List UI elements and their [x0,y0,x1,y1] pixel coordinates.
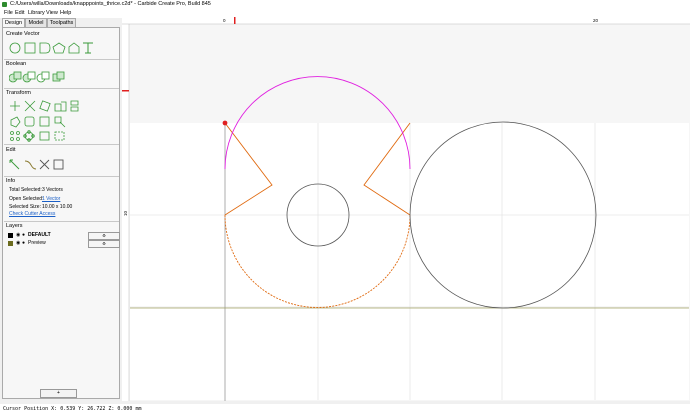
check-cutter-access-link[interactable]: Check Cutter Access [9,211,55,217]
mirror-icon[interactable] [54,101,67,112]
window-title: C:/Users/willa/Downloads/knapppoints_thr… [10,1,211,7]
ruler-label-20: 20 [593,18,599,23]
group-icon[interactable] [39,131,50,141]
origin-marker-icon [222,120,228,126]
cursor-position: Cursor Position X: 0.539 Y: 26.722 Z: 0.… [3,406,142,412]
layer-color-swatch[interactable] [8,241,13,246]
move-icon[interactable] [10,101,20,111]
section-create-vector: Create Vector [6,31,40,37]
rounded-rect-tool-icon[interactable] [39,42,51,54]
array-icon[interactable] [10,131,20,141]
layer-row-preview[interactable]: ◉ ● Preview ⚙ [8,240,120,248]
design-panel: Create Vector Boolean Transform Edit Inf… [2,27,120,399]
join-icon[interactable] [39,116,50,127]
cursor-marker-x [234,17,236,24]
status-bar: Cursor Position X: 0.539 Y: 26.722 Z: 0.… [0,404,690,414]
title-bar: C:/Users/willa/Downloads/knapppoints_thr… [0,0,690,9]
subtract-icon[interactable] [22,71,36,83]
rotate-icon[interactable] [39,100,51,112]
lock-icon[interactable]: ● [22,240,25,247]
total-selected-row: Total Selected: 3 Vectors [9,187,63,193]
section-layers: Layers [6,223,23,229]
divider [4,176,119,177]
total-selected-value: 3 Vectors [42,187,63,193]
layer-name: DEFAULT [28,232,51,238]
section-info: Info [6,178,16,184]
select-icon[interactable] [9,159,20,170]
circular-array-icon[interactable] [23,130,35,142]
app-icon [2,2,7,7]
eye-icon[interactable]: ◉ [16,232,20,239]
edit-tools [9,159,64,170]
layer-row-default[interactable]: ◉ ● DEFAULT ⚙ [8,232,120,240]
weld-icon[interactable] [52,71,65,82]
section-edit: Edit [6,147,16,153]
open-selected-label: Open Selected: [9,196,44,202]
node-edit-icon[interactable] [54,116,66,128]
layer-settings-button[interactable]: ⚙ [88,240,120,248]
divider [4,221,119,222]
cut-icon[interactable] [39,159,50,170]
divider [4,144,119,145]
offset-icon[interactable] [10,116,21,128]
layer-color-swatch[interactable] [8,233,13,238]
curve-edit-icon[interactable] [24,160,37,170]
align-icon[interactable] [70,100,79,112]
section-transform: Transform [6,90,31,96]
menu-edit[interactable]: Edit [15,9,24,18]
ungroup-icon[interactable] [54,131,65,141]
divider [4,88,119,89]
polyline-tool-icon[interactable] [68,42,80,54]
tab-design[interactable]: Design [2,18,25,27]
fillet-icon[interactable] [24,116,35,127]
top-ruler [122,17,690,24]
selected-size-label: Selected Size: [9,204,41,210]
layer-name: Preview [28,240,46,246]
transform-tools [10,100,79,142]
circle-tool-icon[interactable] [9,42,21,54]
rectangle-tool-icon[interactable] [24,42,36,54]
tab-model[interactable]: Model [25,18,47,27]
design-canvas[interactable]: 0 20 10 [122,17,690,401]
scale-icon[interactable] [24,100,36,112]
selected-size-row: Selected Size: 10.00 x 10.00 [9,204,72,210]
ruler-label-left: 10 [123,210,128,216]
create-vector-tools [9,42,93,54]
union-icon[interactable] [9,71,22,83]
polygon-tool-icon[interactable] [52,42,66,54]
open-selected-link[interactable]: 1 Vector [42,196,60,202]
box-select-icon[interactable] [53,159,64,170]
cursor-marker-y [122,90,129,92]
section-boolean: Boolean [6,61,27,67]
layer-settings-button[interactable]: ⚙ [88,232,120,240]
boolean-tools [9,71,65,83]
text-tool-icon[interactable] [83,42,93,54]
menu-file[interactable]: File [4,9,13,18]
open-selected-row: Open Selected: 1 Vector [9,196,60,202]
intersect-icon[interactable] [36,71,50,83]
menu-library[interactable]: Library [28,9,45,18]
selected-size-value: 10.00 x 10.00 [42,204,73,210]
divider [4,59,119,60]
tab-toolpaths[interactable]: Toolpaths [47,18,76,27]
add-layer-button[interactable]: + [40,389,77,398]
menu-view[interactable]: View [46,9,58,18]
eye-icon[interactable]: ◉ [16,240,20,247]
menu-help[interactable]: Help [60,9,71,18]
lock-icon[interactable]: ● [22,232,25,239]
total-selected-label: Total Selected: [9,187,42,193]
